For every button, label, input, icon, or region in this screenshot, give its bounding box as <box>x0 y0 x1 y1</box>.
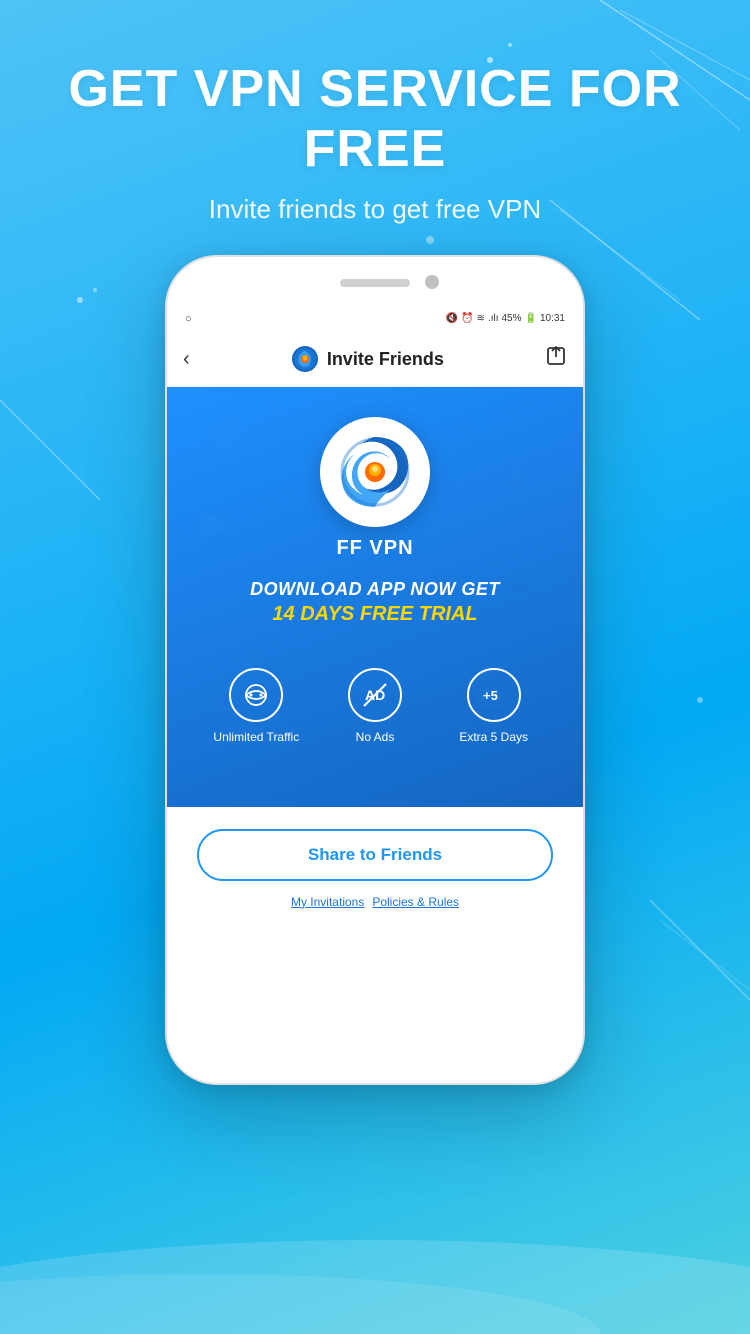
phone-mockup: ○ 🔇 ⏰ ≋ .ılı 45% 🔋 10:31 ‹ <box>165 255 585 1085</box>
hero-section: GET VPN SERVICE FOR FREE Invite friends … <box>0 0 750 225</box>
phone-speaker <box>340 279 410 287</box>
phone-content: 🛡 ⬆ 👤 🔒 💬 📱 🔗 📧 🌐 <box>167 387 583 1083</box>
status-time: 10:31 <box>540 313 565 324</box>
hero-title: GET VPN SERVICE FOR FREE <box>0 60 750 180</box>
svg-text:🌐: 🌐 <box>345 747 372 772</box>
svg-text:👤: 👤 <box>465 411 500 444</box>
my-invitations-link[interactable]: My Invitations <box>291 895 364 909</box>
app-bar-title-group: Invite Friends <box>291 345 444 373</box>
svg-text:⬆: ⬆ <box>265 396 285 423</box>
policies-rules-link[interactable]: Policies & Rules <box>372 895 459 909</box>
phone-camera <box>425 275 439 289</box>
status-left-icon: ○ <box>185 313 192 325</box>
status-right-icons: 🔇 ⏰ ≋ .ılı 45% 🔋 10:31 <box>446 313 565 324</box>
app-bar-title-text: Invite Friends <box>327 349 444 370</box>
status-battery-pct: 45% <box>502 313 522 324</box>
app-bar: ‹ Invite Friends <box>167 333 583 387</box>
share-to-friends-button[interactable]: Share to Friends <box>197 829 553 881</box>
back-button[interactable]: ‹ <box>183 348 190 371</box>
svg-text:🔗: 🔗 <box>235 646 262 673</box>
svg-text:📱: 📱 <box>505 565 535 593</box>
inner-hero-section: 🛡 ⬆ 👤 🔒 💬 📱 🔗 📧 🌐 <box>167 387 583 807</box>
status-mute-icon: 🔇 <box>446 313 458 324</box>
inner-bottom-section: Share to Friends My Invitations Policies… <box>167 807 583 925</box>
share-button-appbar[interactable] <box>545 345 567 373</box>
app-bar-logo-icon <box>291 345 319 373</box>
status-signal-icon: .ılı <box>488 313 499 324</box>
status-bar: ○ 🔇 ⏰ ≋ .ılı 45% 🔋 10:31 <box>167 305 583 333</box>
status-battery-icon: 🔋 <box>525 313 537 324</box>
svg-text:🔒: 🔒 <box>505 467 532 492</box>
svg-text:🛡: 🛡 <box>205 418 246 454</box>
phone-mockup-wrapper: ○ 🔇 ⏰ ≋ .ılı 45% 🔋 10:31 ‹ <box>0 255 750 1085</box>
hero-subtitle: Invite friends to get free VPN <box>0 194 750 225</box>
status-wifi-icon: ≋ <box>477 313 485 324</box>
hero-bg-pattern: 🛡 ⬆ 👤 🔒 💬 📱 🔗 📧 🌐 <box>167 387 583 807</box>
status-alarm-icon: ⏰ <box>461 313 473 324</box>
svg-text:📧: 📧 <box>475 683 507 713</box>
svg-text:💬: 💬 <box>195 513 227 543</box>
links-row: My Invitations Policies & Rules <box>197 895 553 909</box>
